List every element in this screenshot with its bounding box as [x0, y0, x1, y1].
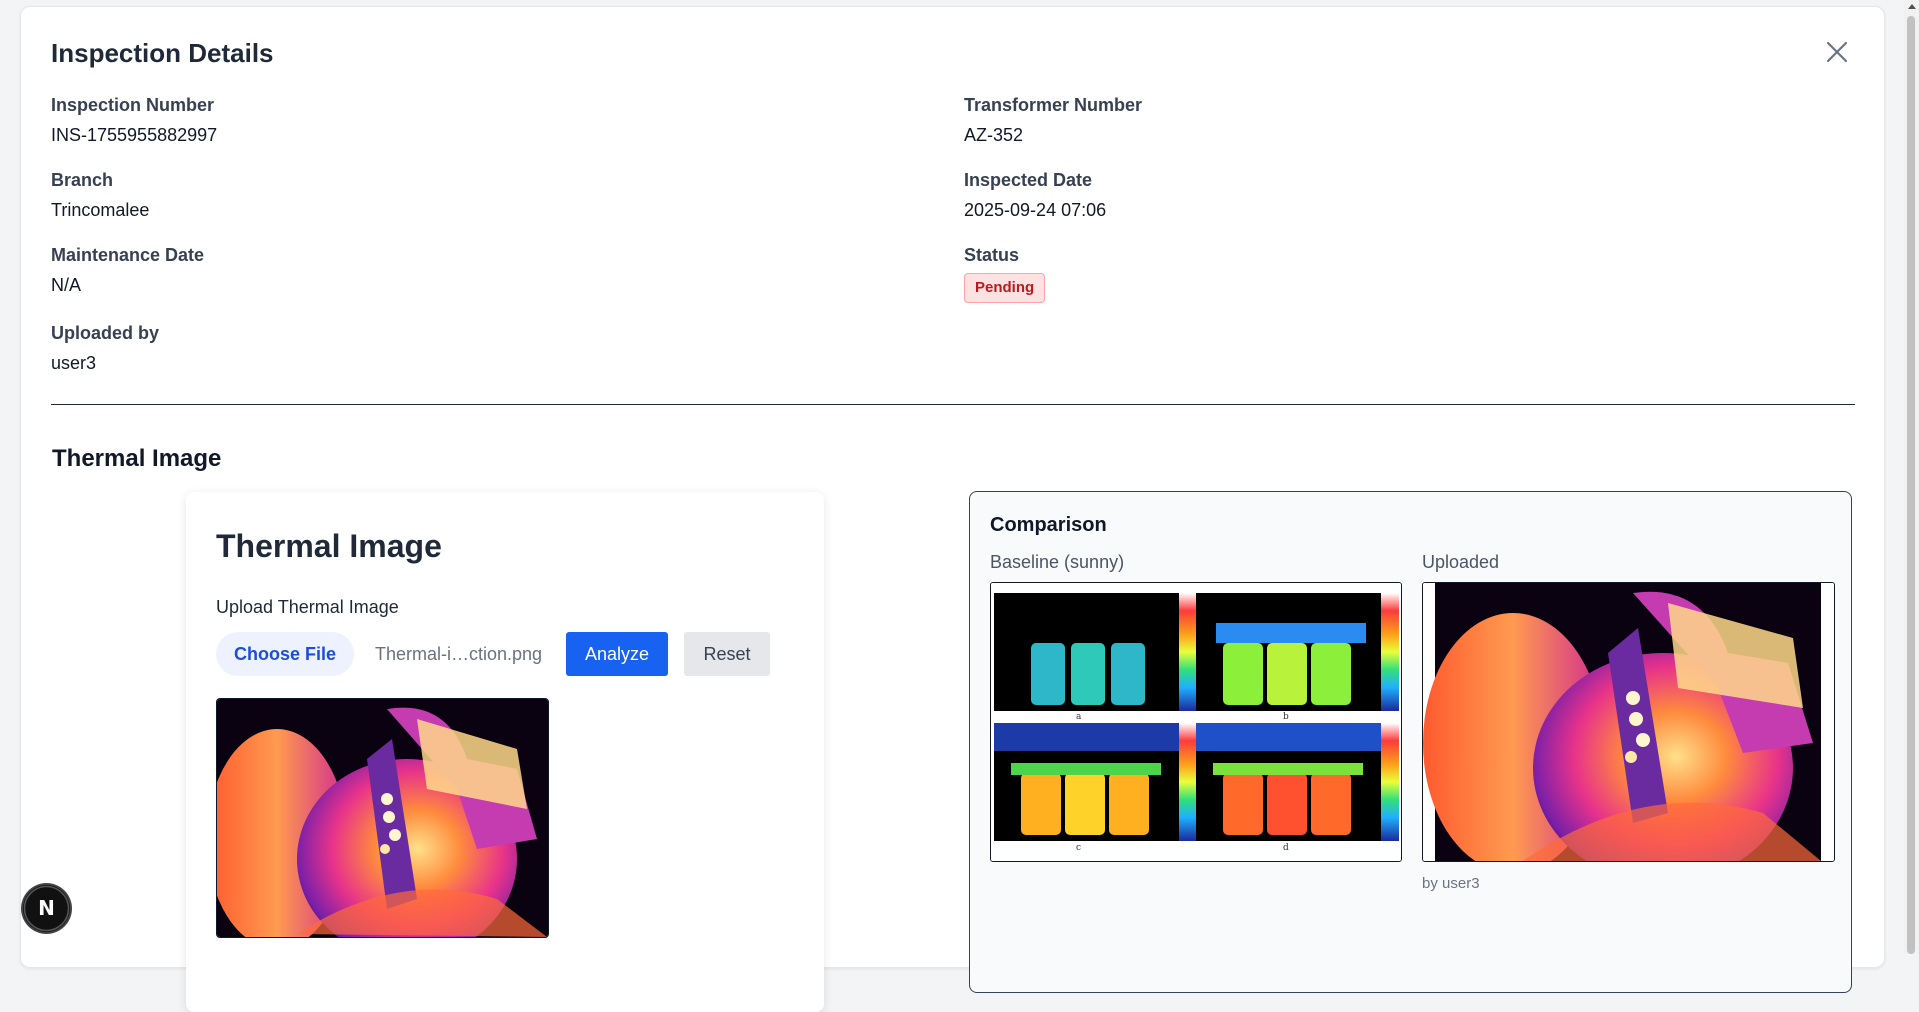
- inspection-number-field: Inspection Number INS-1755955882997: [51, 93, 217, 147]
- baseline-panel-label-c: c: [1076, 843, 1081, 853]
- baseline-image: a b c d: [990, 582, 1402, 862]
- page-scrollbar[interactable]: [1904, 0, 1919, 954]
- inspection-number-label: Inspection Number: [51, 95, 215, 115]
- close-icon: [1826, 41, 1848, 63]
- baseline-panel-label-d: d: [1283, 843, 1289, 853]
- baseline-panel-label-b: b: [1283, 712, 1289, 722]
- choose-file-button[interactable]: Choose File: [216, 632, 354, 676]
- status-field: Status Pending: [964, 243, 1046, 303]
- close-button[interactable]: [1822, 37, 1852, 67]
- upload-thermal-label: Upload Thermal Image: [216, 597, 399, 617]
- nextjs-dev-badge[interactable]: N: [23, 885, 70, 932]
- uploaded-by-caption: by user3: [1422, 875, 1480, 892]
- uploaded-label: Uploaded: [1422, 552, 1500, 572]
- selected-file-name: Thermal-i…ction.png: [375, 644, 543, 664]
- inspected-date-field: Inspected Date 2025-09-24 07:06: [964, 168, 1106, 222]
- thermal-upload-card: Thermal Image Upload Thermal Image Choos…: [186, 492, 824, 1012]
- maintenance-date-value: N/A: [51, 275, 82, 295]
- scroll-up-arrow-icon[interactable]: [1908, 4, 1916, 9]
- uploaded-image: [1422, 582, 1835, 862]
- comparison-panel: Comparison Baseline (sunny) Uploaded a b…: [969, 491, 1852, 993]
- thermal-section-title: Thermal Image: [52, 445, 222, 472]
- reset-button[interactable]: Reset: [684, 632, 770, 676]
- inspection-details-modal: Inspection Details Inspection Number INS…: [20, 6, 1885, 1012]
- uploaded-by-label: Uploaded by: [51, 323, 160, 343]
- transformer-number-value: AZ-352: [964, 125, 1024, 145]
- scrollbar-thumb[interactable]: [1907, 16, 1915, 954]
- inspected-date-value: 2025-09-24 07:06: [964, 200, 1107, 220]
- maintenance-date-label: Maintenance Date: [51, 245, 205, 265]
- comparison-title: Comparison: [990, 514, 1107, 536]
- baseline-label: Baseline (sunny): [990, 552, 1125, 572]
- inspected-date-label: Inspected Date: [964, 170, 1093, 190]
- status-badge: Pending: [964, 273, 1046, 303]
- status-label: Status: [964, 245, 1020, 265]
- analyze-button[interactable]: Analyze: [566, 632, 668, 676]
- dev-badge-letter: N: [38, 896, 55, 920]
- thermal-image-preview: [216, 698, 549, 938]
- branch-field: Branch Trincomalee: [51, 168, 149, 222]
- transformer-number-label: Transformer Number: [964, 95, 1143, 115]
- nextjs-logo-icon: N: [23, 885, 70, 932]
- branch-label: Branch: [51, 170, 114, 190]
- section-divider: [51, 404, 1855, 405]
- inspection-number-value: INS-1755955882997: [51, 125, 218, 145]
- uploaded-by-field: Uploaded by user3: [51, 321, 159, 375]
- uploaded-by-value: user3: [51, 353, 97, 373]
- transformer-number-field: Transformer Number AZ-352: [964, 93, 1142, 147]
- branch-value: Trincomalee: [51, 200, 150, 220]
- maintenance-date-field: Maintenance Date N/A: [51, 243, 204, 297]
- baseline-panel-label-a: a: [1076, 712, 1082, 722]
- modal-title: Inspection Details: [51, 38, 274, 68]
- upload-card-title: Thermal Image: [216, 528, 442, 564]
